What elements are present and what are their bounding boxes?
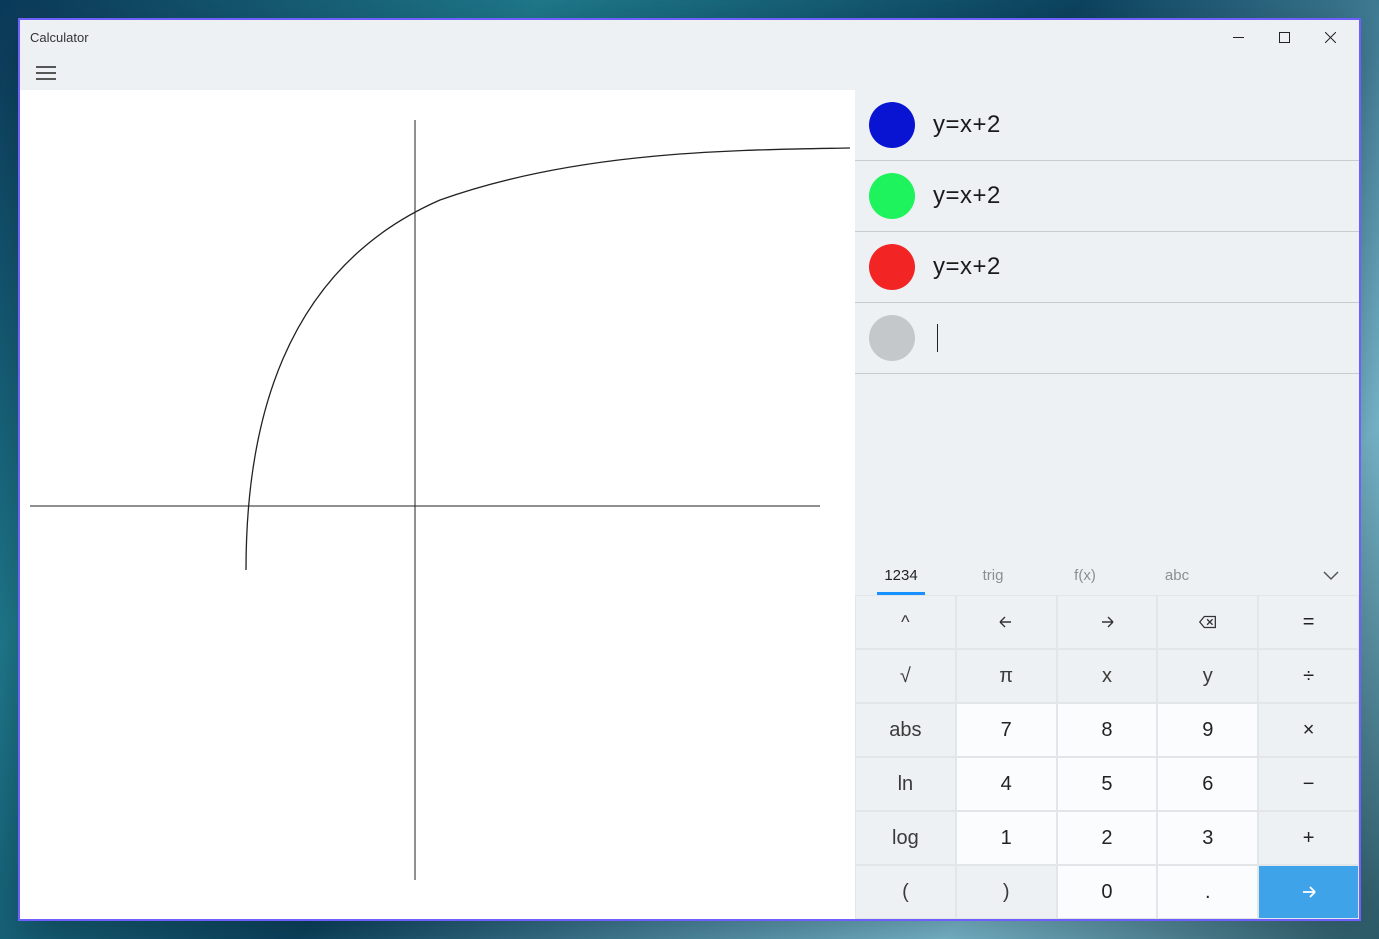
graph-svg xyxy=(20,90,855,920)
plot-curve xyxy=(246,148,850,570)
titlebar: Calculator xyxy=(20,20,1359,55)
key-dot[interactable]: . xyxy=(1157,865,1258,919)
text-cursor xyxy=(937,324,938,352)
graph-canvas[interactable] xyxy=(20,90,855,919)
key-minus[interactable]: − xyxy=(1258,757,1359,811)
key-3[interactable]: 3 xyxy=(1157,811,1258,865)
key-1[interactable]: 1 xyxy=(956,811,1057,865)
app-window: Calculator xyxy=(18,18,1361,921)
equation-list: y=x+2 y=x+2 y=x+2 xyxy=(855,90,1359,374)
key-submit[interactable] xyxy=(1258,865,1359,919)
key-4[interactable]: 4 xyxy=(956,757,1057,811)
key-rparen[interactable]: ) xyxy=(956,865,1057,919)
equation-text: y=x+2 xyxy=(933,253,1001,281)
keypad-tab-trig[interactable]: trig xyxy=(947,557,1039,595)
hamburger-menu-button[interactable] xyxy=(30,57,62,89)
equation-row[interactable]: y=x+2 xyxy=(855,90,1359,161)
equation-row[interactable]: y=x+2 xyxy=(855,161,1359,232)
key-lparen[interactable]: ( xyxy=(855,865,956,919)
key-ln[interactable]: ln xyxy=(855,757,956,811)
key-right[interactable] xyxy=(1057,595,1158,649)
key-equals[interactable]: = xyxy=(1258,595,1359,649)
keypad: 1234 trig f(x) abc ^ xyxy=(855,557,1359,919)
active-tab-underline xyxy=(877,592,925,595)
key-multiply[interactable]: × xyxy=(1258,703,1359,757)
key-6[interactable]: 6 xyxy=(1157,757,1258,811)
key-abs[interactable]: abs xyxy=(855,703,956,757)
keypad-collapse-button[interactable] xyxy=(1303,571,1359,581)
key-pi[interactable]: π xyxy=(956,649,1057,703)
color-swatch[interactable] xyxy=(869,102,915,148)
key-8[interactable]: 8 xyxy=(1057,703,1158,757)
equation-text: y=x+2 xyxy=(933,182,1001,210)
maximize-button[interactable] xyxy=(1261,23,1307,53)
key-sqrt[interactable]: √ xyxy=(855,649,956,703)
color-swatch[interactable] xyxy=(869,315,915,361)
keypad-grid: ^ = √ π x xyxy=(855,595,1359,919)
panel-spacer xyxy=(855,374,1359,557)
menubar xyxy=(20,55,1359,90)
equation-input[interactable] xyxy=(933,324,938,353)
key-log[interactable]: log xyxy=(855,811,956,865)
equation-row-input[interactable] xyxy=(855,303,1359,374)
keypad-tab-1234[interactable]: 1234 xyxy=(855,557,947,595)
key-left[interactable] xyxy=(956,595,1057,649)
minimize-button[interactable] xyxy=(1215,23,1261,53)
key-0[interactable]: 0 xyxy=(1057,865,1158,919)
key-divide[interactable]: ÷ xyxy=(1258,649,1359,703)
keypad-tab-fx[interactable]: f(x) xyxy=(1039,557,1131,595)
color-swatch[interactable] xyxy=(869,244,915,290)
key-y[interactable]: y xyxy=(1157,649,1258,703)
equation-row[interactable]: y=x+2 xyxy=(855,232,1359,303)
key-2[interactable]: 2 xyxy=(1057,811,1158,865)
window-controls xyxy=(1215,23,1353,53)
key-caret[interactable]: ^ xyxy=(855,595,956,649)
color-swatch[interactable] xyxy=(869,173,915,219)
key-7[interactable]: 7 xyxy=(956,703,1057,757)
right-panel: y=x+2 y=x+2 y=x+2 1234 xyxy=(855,90,1359,919)
content-area: y=x+2 y=x+2 y=x+2 1234 xyxy=(20,90,1359,919)
keypad-tab-abc[interactable]: abc xyxy=(1131,557,1223,595)
key-backspace[interactable] xyxy=(1157,595,1258,649)
equation-text: y=x+2 xyxy=(933,111,1001,139)
close-button[interactable] xyxy=(1307,23,1353,53)
key-9[interactable]: 9 xyxy=(1157,703,1258,757)
keypad-tabs: 1234 trig f(x) abc xyxy=(855,557,1359,595)
key-5[interactable]: 5 xyxy=(1057,757,1158,811)
key-plus[interactable]: + xyxy=(1258,811,1359,865)
app-title: Calculator xyxy=(30,30,89,45)
key-x[interactable]: x xyxy=(1057,649,1158,703)
